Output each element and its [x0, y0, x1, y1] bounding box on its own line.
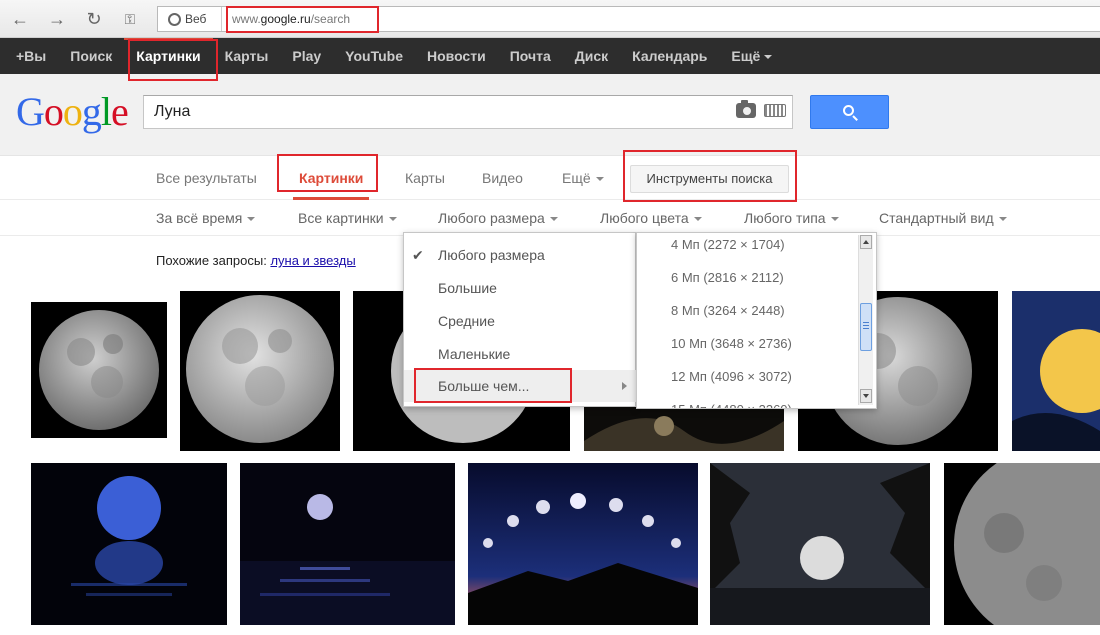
size-option-large[interactable]: Большие — [404, 272, 637, 304]
gbar-plus-you[interactable]: +Вы — [0, 38, 58, 74]
size-option-small[interactable]: Маленькие — [404, 338, 637, 370]
scroll-up-arrow-icon[interactable] — [860, 235, 872, 249]
size-option-larger-than-label: Больше чем... — [438, 378, 530, 394]
filter-view[interactable]: Стандартный вид — [879, 200, 1007, 236]
size-option-larger-than[interactable]: Больше чем... — [404, 370, 637, 402]
forward-arrow-icon[interactable]: → — [45, 7, 69, 31]
tab-all-results[interactable]: Все результаты — [156, 156, 257, 200]
scroll-down-arrow-icon[interactable] — [860, 389, 872, 403]
search-button[interactable] — [810, 95, 889, 129]
back-arrow-icon[interactable]: ← — [8, 7, 32, 31]
size-option-medium[interactable]: Средние — [404, 305, 637, 337]
url-path: /search — [310, 12, 351, 26]
related-searches: Похожие запросы: луна и звезды — [156, 253, 356, 268]
filter-view-label: Стандартный вид — [879, 210, 994, 226]
gbar-images[interactable]: Картинки — [124, 38, 213, 74]
filter-color[interactable]: Любого цвета — [600, 200, 702, 236]
size-option-any-label: Любого размера — [438, 247, 545, 263]
filter-time[interactable]: За всё время — [156, 200, 256, 236]
image-result[interactable] — [710, 463, 930, 625]
mp-option-10[interactable]: 10 Мп (3648 × 2736) — [671, 329, 792, 359]
camera-icon[interactable] — [736, 100, 756, 118]
gbar-play[interactable]: Play — [280, 38, 333, 74]
related-link[interactable]: луна и звезды — [270, 253, 355, 268]
mp-option-12[interactable]: 12 Мп (4096 × 3072) — [671, 362, 792, 392]
filter-time-label: За всё время — [156, 210, 243, 226]
key-icon[interactable]: ⚿ — [118, 7, 142, 31]
megapixel-submenu: 4 Мп (2272 × 1704) 6 Мп (2816 × 2112) 8 … — [636, 232, 877, 409]
size-option-any[interactable]: ✔ Любого размера — [404, 239, 637, 271]
chevron-down-icon — [693, 217, 702, 222]
chevron-down-icon — [830, 217, 839, 222]
gbar-news[interactable]: Новости — [415, 38, 498, 74]
scrollbar-thumb[interactable] — [860, 303, 872, 351]
chevron-right-icon — [622, 382, 627, 390]
image-result[interactable] — [31, 463, 227, 625]
gbar-search[interactable]: Поиск — [58, 38, 124, 74]
search-input[interactable] — [154, 101, 724, 123]
filter-color-label: Любого цвета — [600, 210, 689, 226]
check-icon: ✔ — [412, 247, 424, 263]
chevron-down-icon — [764, 55, 773, 60]
site-chip-label: Веб — [185, 12, 207, 26]
search-icon — [843, 105, 854, 116]
related-label: Похожие запросы: — [156, 253, 267, 268]
search-tabs: Все результаты Картинки Карты Видео Ещё … — [0, 156, 1100, 200]
chevron-down-icon — [549, 217, 558, 222]
gbar-maps[interactable]: Карты — [213, 38, 281, 74]
mp-option-8[interactable]: 8 Мп (3264 × 2448) — [671, 296, 785, 326]
image-result[interactable] — [944, 463, 1100, 625]
search-box — [143, 95, 793, 129]
keyboard-icon[interactable] — [764, 104, 786, 117]
reload-icon[interactable]: ↻ — [82, 7, 106, 31]
tab-more-label: Ещё — [562, 170, 591, 186]
globe-icon — [168, 12, 181, 26]
filter-kind[interactable]: Любого типа — [744, 200, 839, 236]
google-logo[interactable]: Google — [16, 90, 129, 134]
mp-option-6[interactable]: 6 Мп (2816 × 2112) — [671, 263, 784, 293]
filter-size-label: Любого размера — [438, 210, 545, 226]
image-result[interactable] — [468, 463, 698, 625]
url-domain: google.ru — [260, 12, 311, 26]
mp-option-15[interactable]: 15 Мп (4480 × 3360) — [671, 395, 792, 408]
chevron-down-icon — [247, 217, 256, 222]
image-result[interactable] — [31, 302, 167, 438]
image-result[interactable] — [1012, 291, 1100, 451]
search-tools-button[interactable]: Инструменты поиска — [630, 165, 789, 193]
gbar-youtube[interactable]: YouTube — [333, 38, 415, 74]
gbar-mail[interactable]: Почта — [498, 38, 563, 74]
gbar-more[interactable]: Ещё — [719, 38, 784, 74]
google-bar: +Вы Поиск Картинки Карты Play YouTube Но… — [0, 38, 1100, 74]
filter-bar: За всё время Все картинки Любого размера… — [0, 200, 1100, 236]
size-dropdown-menu: ✔ Любого размера Большие Средние Маленьки… — [403, 232, 637, 407]
gbar-drive[interactable]: Диск — [563, 38, 620, 74]
mp-option-4[interactable]: 4 Мп (2272 × 1704) — [671, 233, 785, 260]
gbar-calendar[interactable]: Календарь — [620, 38, 719, 74]
url-prefix: www. — [232, 12, 261, 26]
tab-images[interactable]: Картинки — [292, 156, 370, 200]
gbar-more-label: Ещё — [731, 48, 761, 64]
url-text[interactable]: www.google.ru/search — [226, 7, 356, 31]
submenu-scrollbar[interactable] — [858, 235, 873, 405]
chevron-down-icon — [998, 217, 1007, 222]
filter-size[interactable]: Любого размера — [438, 200, 558, 236]
filter-type-all-label: Все картинки — [298, 210, 384, 226]
image-result[interactable] — [240, 463, 455, 625]
chevron-down-icon — [595, 177, 604, 182]
image-result[interactable] — [180, 291, 340, 451]
tab-maps[interactable]: Карты — [405, 156, 445, 200]
chevron-down-icon — [388, 217, 397, 222]
tab-video[interactable]: Видео — [482, 156, 523, 200]
filter-kind-label: Любого типа — [744, 210, 826, 226]
site-chip[interactable]: Веб — [158, 7, 222, 31]
tab-more[interactable]: Ещё — [562, 156, 604, 200]
filter-type-all[interactable]: Все картинки — [298, 200, 397, 236]
